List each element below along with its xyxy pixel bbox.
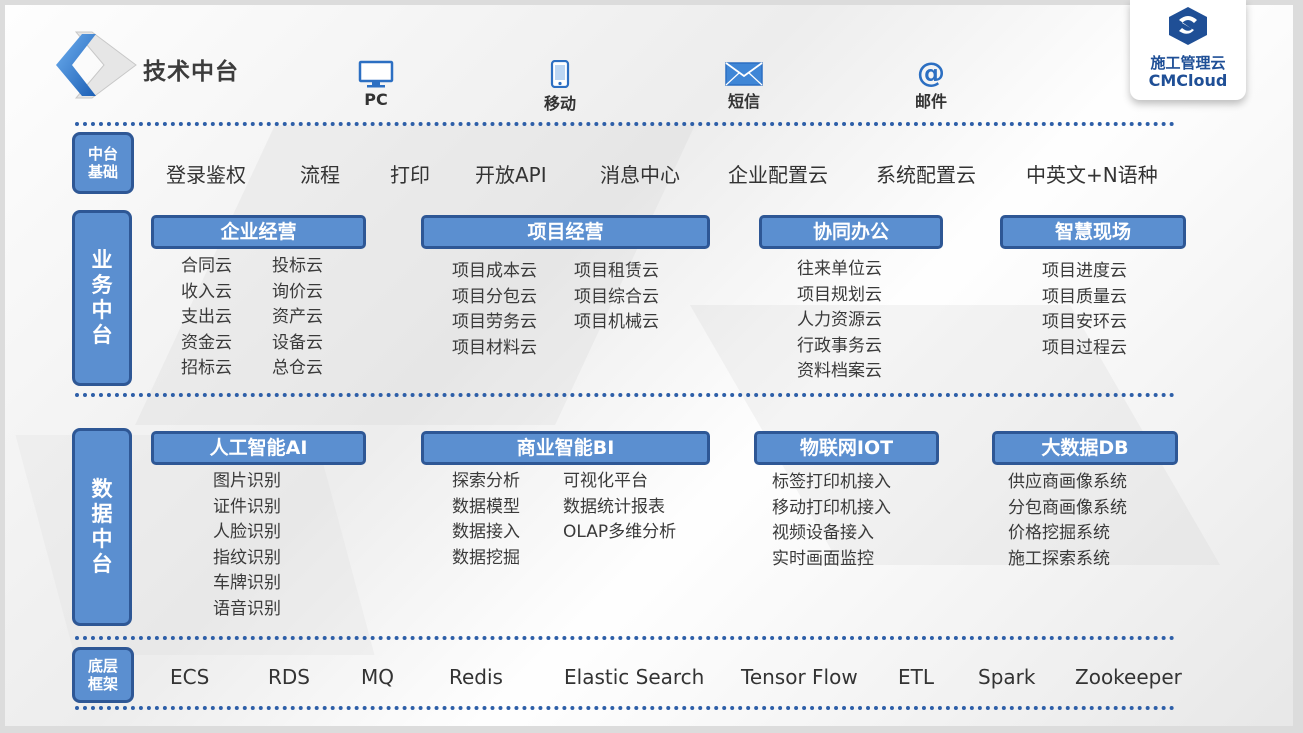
- page-title: 技术中台: [143, 59, 239, 85]
- channel-sms: 短信: [704, 60, 784, 112]
- foundation-label: 中台基础: [72, 132, 134, 194]
- framework-item: ETL: [898, 665, 934, 689]
- group-header: 人工智能AI: [151, 431, 366, 465]
- framework-item: Tensor Flow: [741, 665, 858, 689]
- group-list: 投标云 询价云 资产云 设备云 总仓云: [272, 256, 323, 378]
- channel-label: 短信: [727, 92, 760, 111]
- envelope-icon: [725, 62, 763, 86]
- group-list: 标签打印机接入 移动打印机接入 视频设备接入 实时画面监控: [772, 472, 891, 569]
- separator: [75, 706, 1175, 710]
- group-list: 项目租赁云 项目综合云 项目机械云: [574, 261, 659, 332]
- chevron-logo-icon: [56, 31, 137, 99]
- separator: [75, 122, 1175, 126]
- framework-item: Redis: [449, 665, 503, 689]
- framework-label: 底层框架: [72, 647, 134, 703]
- framework-item: MQ: [361, 665, 394, 689]
- group-header: 大数据DB: [992, 431, 1178, 465]
- channel-label: 移动: [543, 94, 576, 113]
- group-list: 项目进度云 项目质量云 项目安环云 项目过程云: [1042, 261, 1127, 358]
- channel-label: 邮件: [914, 92, 947, 111]
- foundation-item: 打印: [390, 163, 430, 187]
- foundation-item: 系统配置云: [876, 163, 976, 187]
- group-header: 物联网IOT: [754, 431, 939, 465]
- channel-pc: PC: [336, 58, 416, 109]
- mobile-icon: [550, 60, 570, 88]
- foundation-item: 登录鉴权: [166, 163, 246, 187]
- group-header: 商业智能BI: [421, 431, 710, 465]
- separator: [75, 636, 1175, 640]
- framework-item: Elastic Search: [564, 665, 705, 689]
- group-list: 往来单位云 项目规划云 人力资源云 行政事务云 资料档案云: [797, 259, 882, 381]
- group-header: 智慧现场: [1000, 215, 1186, 249]
- at-icon: @: [917, 56, 945, 89]
- business-label: 业务中台: [72, 210, 132, 386]
- foundation-item: 企业配置云: [728, 163, 828, 187]
- framework-item: RDS: [268, 665, 310, 689]
- brand-logo: 施工管理云 CMCloud: [1130, 0, 1246, 100]
- foundation-item: 中英文+N语种: [1026, 163, 1158, 187]
- channel-email: @ 邮件: [891, 56, 971, 112]
- framework-item: Zookeeper: [1075, 665, 1182, 689]
- foundation-item: 流程: [300, 163, 340, 187]
- data-platform-label: 数据中台: [72, 428, 132, 626]
- group-list: 可视化平台 数据统计报表 OLAP多维分析: [563, 471, 677, 542]
- group-list: 合同云 收入云 支出云 资金云 招标云: [181, 256, 232, 378]
- group-list: 探索分析 数据模型 数据接入 数据挖掘: [452, 471, 520, 568]
- monitor-icon: [358, 60, 394, 88]
- foundation-item: 消息中心: [600, 163, 680, 187]
- group-header: 项目经营: [421, 215, 710, 249]
- framework-item: Spark: [978, 665, 1036, 689]
- brand-en: CMCloud: [1148, 71, 1228, 90]
- cmcloud-logo-icon: [1169, 7, 1207, 45]
- separator: [75, 393, 1175, 397]
- group-list: 供应商画像系统 分包商画像系统 价格挖掘系统 施工探索系统: [1008, 472, 1127, 569]
- channel-label: PC: [364, 90, 388, 109]
- framework-item: ECS: [170, 665, 210, 689]
- foundation-item: 开放API: [475, 163, 547, 187]
- group-header: 协同办公: [759, 215, 943, 249]
- group-header: 企业经营: [151, 215, 366, 249]
- brand-cn: 施工管理云: [1150, 54, 1226, 72]
- group-list: 图片识别 证件识别 人脸识别 指纹识别 车牌识别 语音识别: [213, 471, 281, 619]
- channel-mobile: 移动: [520, 60, 600, 114]
- group-list: 项目成本云 项目分包云 项目劳务云 项目材料云: [452, 261, 537, 358]
